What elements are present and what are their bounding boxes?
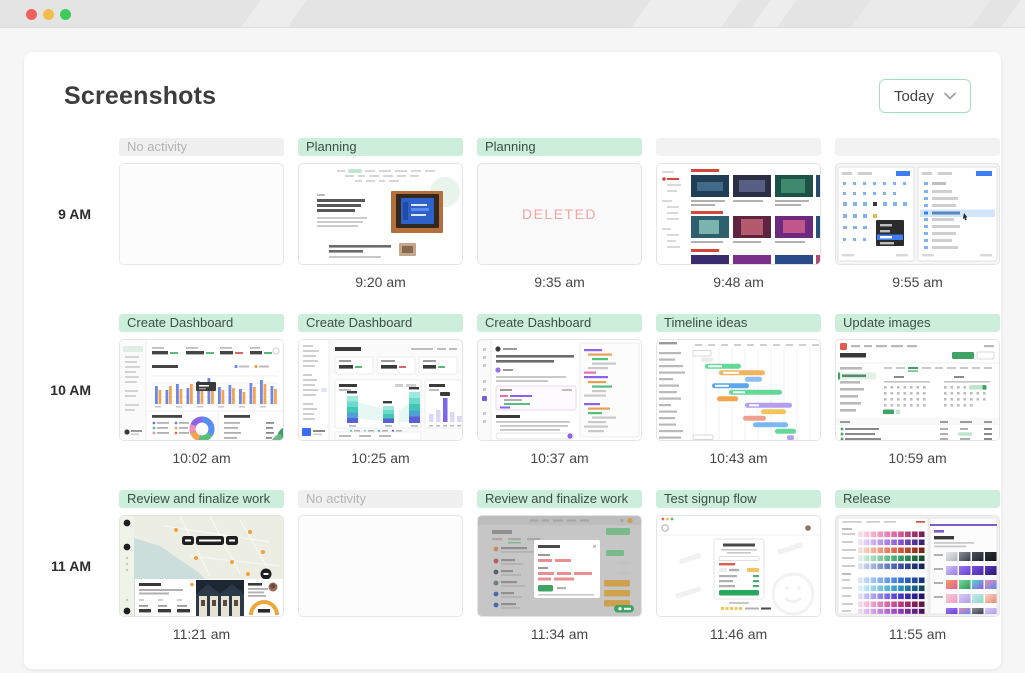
- screenshot-thumbnail-chat-code[interactable]: [477, 339, 642, 441]
- screenshot-thumbnail-blog-article[interactable]: [298, 163, 463, 265]
- screenshot-thumbnail-video-grid[interactable]: [656, 163, 821, 265]
- screenshot-cell: Planning DELETED 9:35 am: [477, 138, 642, 314]
- hour-label: 11 AM: [24, 558, 105, 666]
- date-filter-label: Today: [894, 88, 934, 105]
- activity-label: No activity: [119, 138, 284, 156]
- titlebar-decoration: [225, 0, 320, 28]
- chevron-down-icon: [944, 92, 956, 100]
- screenshot-time: 10:25 am: [298, 450, 463, 466]
- window-minimize-button[interactable]: [43, 9, 54, 20]
- hour-row-10am: 10 AM Create Dashboard: [24, 314, 1001, 490]
- screenshots-grid: 9 AM No activity Planning: [24, 138, 1001, 666]
- window-zoom-button[interactable]: [60, 9, 71, 20]
- hour-row-9am: 9 AM No activity Planning: [24, 138, 1001, 314]
- screenshot-cell: Release: [835, 490, 1000, 666]
- screenshot-thumbnail-stacked-bars-dashboard[interactable]: [298, 339, 463, 441]
- screenshot-thumbnail-color-palette[interactable]: [835, 515, 1000, 617]
- hour-label: 10 AM: [24, 382, 105, 490]
- titlebar-decoration: [735, 0, 810, 28]
- screenshot-cell: Test signup flow: [656, 490, 821, 666]
- activity-label: Release: [835, 490, 1000, 508]
- titlebar-decoration: [615, 0, 754, 28]
- window-close-button[interactable]: [26, 9, 37, 20]
- screenshot-time: 9:48 am: [656, 274, 821, 290]
- empty-screenshot-slot: [298, 515, 463, 617]
- screenshot-cell: No activity: [119, 138, 284, 314]
- screenshot-cell: 9:55 am: [835, 138, 1000, 314]
- titlebar-decoration: [835, 0, 1004, 28]
- activity-label: Planning: [477, 138, 642, 156]
- activity-label: No activity: [298, 490, 463, 508]
- screenshot-cell: Update images: [835, 314, 1000, 490]
- activity-label: Update images: [835, 314, 1000, 332]
- panel-header: Screenshots Today: [24, 78, 1001, 114]
- screenshot-time: 11:55 am: [835, 626, 1000, 642]
- screenshot-time: 11:46 am: [656, 626, 821, 642]
- screenshot-time: 9:35 am: [477, 274, 642, 290]
- screenshot-thumbnail-analytics-dashboard[interactable]: [119, 339, 284, 441]
- screenshot-thumbnail-design-tool[interactable]: [835, 163, 1000, 265]
- hour-row-11am: 11 AM Review and finalize work: [24, 490, 1001, 666]
- screenshot-time: 11:21 am: [119, 626, 284, 642]
- empty-screenshot-slot: [119, 163, 284, 265]
- activity-label: Planning: [298, 138, 463, 156]
- screenshot-time: 10:37 am: [477, 450, 642, 466]
- screenshot-thumbnail-settings-modal[interactable]: [477, 515, 642, 617]
- activity-label: Timeline ideas: [656, 314, 821, 332]
- activity-label: Review and finalize work: [119, 490, 284, 508]
- screenshot-cell: Review and finalize work: [477, 490, 642, 666]
- screenshot-cell: Planning: [298, 138, 463, 314]
- screenshot-time: 9:55 am: [835, 274, 1000, 290]
- hour-label: 9 AM: [24, 206, 105, 314]
- screenshot-time: 11:34 am: [477, 626, 642, 642]
- screenshot-thumbnail-gantt-chart[interactable]: [656, 339, 821, 441]
- window-titlebar: [0, 0, 1025, 28]
- date-filter-dropdown[interactable]: Today: [879, 79, 971, 113]
- screenshot-time: 10:02 am: [119, 450, 284, 466]
- titlebar-decoration: [985, 0, 1025, 28]
- screenshot-cell: Review and finalize work: [119, 490, 284, 666]
- screenshot-thumbnail-real-estate-map[interactable]: [119, 515, 284, 617]
- activity-label-blank: [835, 138, 1000, 156]
- activity-label-blank: [656, 138, 821, 156]
- screenshot-time: 10:43 am: [656, 450, 821, 466]
- activity-label: Create Dashboard: [119, 314, 284, 332]
- screenshot-cell: Create Dashboard: [477, 314, 642, 490]
- deleted-label: DELETED: [522, 206, 597, 222]
- screenshot-time: 10:59 am: [835, 450, 1000, 466]
- screenshot-cell: No activity: [298, 490, 463, 666]
- activity-label: Create Dashboard: [298, 314, 463, 332]
- screenshot-cell: Timeline ideas: [656, 314, 821, 490]
- page-title: Screenshots: [64, 82, 216, 111]
- screenshots-panel: Screenshots Today 9 AM No activity Plann…: [24, 52, 1001, 669]
- screenshot-thumbnail-signup-form[interactable]: [656, 515, 821, 617]
- screenshot-thumbnail-deleted[interactable]: DELETED: [477, 163, 642, 265]
- activity-label: Test signup flow: [656, 490, 821, 508]
- activity-label: Review and finalize work: [477, 490, 642, 508]
- activity-label: Create Dashboard: [477, 314, 642, 332]
- screenshot-time: 9:20 am: [298, 274, 463, 290]
- screenshot-thumbnail-report-calendar[interactable]: [835, 339, 1000, 441]
- screenshot-cell: Create Dashboard: [298, 314, 463, 490]
- screenshot-cell: Create Dashboard: [119, 314, 284, 490]
- screenshot-cell: 9:48 am: [656, 138, 821, 314]
